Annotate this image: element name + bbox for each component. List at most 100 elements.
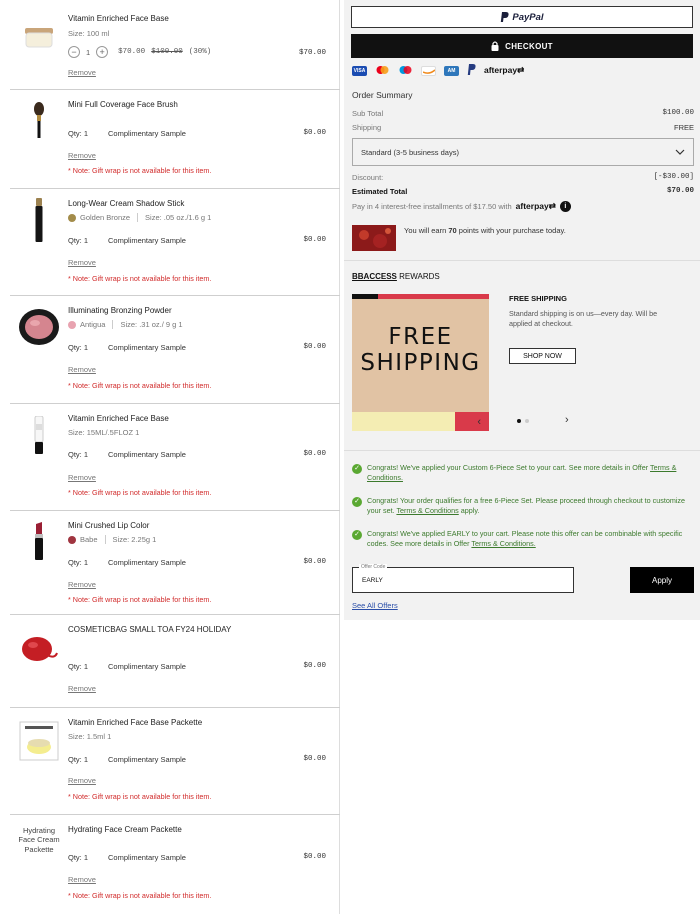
divider	[344, 260, 700, 261]
complimentary-label: Complimentary Sample	[108, 450, 186, 459]
remove-link[interactable]: Remove	[68, 776, 96, 785]
product-name[interactable]: Vitamin Enriched Face Base	[68, 414, 169, 423]
check-icon: ✓	[352, 497, 362, 507]
plus-icon[interactable]: +	[96, 46, 109, 58]
divider	[137, 213, 139, 222]
carousel-dots	[517, 419, 529, 423]
complimentary-label: Complimentary Sample	[108, 558, 186, 567]
product-name[interactable]: Vitamin Enriched Face Base	[68, 14, 169, 23]
discount-label: Discount:	[352, 173, 384, 182]
line-total: $0.00	[303, 558, 326, 566]
line-total: $0.00	[303, 755, 326, 763]
terms-link[interactable]: Terms & Conditions.	[471, 539, 535, 548]
quantity-stepper: − 1 + $70.00 $100.00 (30%)	[68, 46, 211, 58]
product-name[interactable]: COSMETICBAG SMALL TOA FY24 HOLIDAY	[68, 625, 231, 634]
product-size: Size: .31 oz./ 9 g 1	[120, 320, 183, 329]
mastercard-icon	[375, 65, 390, 77]
estimated-total-row: Estimated Total $70.00	[352, 187, 694, 196]
product-image	[16, 14, 62, 60]
shipping-method-select[interactable]: Standard (3-5 business days)	[352, 138, 694, 166]
complimentary-label: Complimentary Sample	[108, 236, 186, 245]
product-name[interactable]: Vitamin Enriched Face Base Packette	[68, 718, 202, 727]
quantity-label: Qty: 1	[68, 236, 89, 245]
reward-description: Standard shipping is on us—every day. Wi…	[509, 309, 658, 329]
points-banner: You will earn 70 points with your purcha…	[352, 225, 566, 251]
remove-link[interactable]: Remove	[68, 875, 96, 884]
apply-button[interactable]: Apply	[630, 567, 694, 593]
check-icon: ✓	[352, 530, 362, 540]
product-size: Size: 1.5ml 1	[68, 732, 112, 741]
product-size: Size: 100 ml	[68, 29, 110, 38]
quantity-label: Qty: 1	[68, 450, 89, 459]
banner-text: FREE SHIPPING	[360, 324, 481, 377]
product-name[interactable]: Mini Full Coverage Face Brush	[68, 100, 178, 109]
remove-link[interactable]: Remove	[68, 580, 96, 589]
product-name[interactable]: Illuminating Bronzing Powder	[68, 306, 172, 315]
paypal-button[interactable]: PayPal	[351, 6, 693, 28]
rewards-title: BBACCESS REWARDS	[352, 272, 440, 281]
shade-name: Antigua	[80, 320, 106, 329]
offer-code-label: Offer Code	[359, 564, 388, 570]
product-name[interactable]: Hydrating Face Cream Packette	[68, 825, 182, 834]
cart-item: Vitamin Enriched Face Base Packette Size…	[10, 708, 340, 815]
info-icon[interactable]: i	[559, 201, 571, 212]
quantity-label: Qty: 1	[68, 755, 89, 764]
offer-code-input[interactable]: Offer Code EARLY	[352, 564, 574, 593]
line-total: $0.00	[303, 129, 326, 137]
cart-item: COSMETICBAG SMALL TOA FY24 HOLIDAY Qty: …	[10, 615, 340, 708]
order-summary-panel: PayPal CHECKOUT VISA AM afterpay⇄ Order …	[344, 0, 700, 620]
reward-heading: FREE SHIPPING	[509, 294, 567, 303]
checkout-button[interactable]: CHECKOUT	[351, 34, 693, 58]
see-all-offers-link[interactable]: See All Offers	[352, 601, 398, 610]
divider	[104, 535, 106, 544]
gift-wrap-note: * Note: Gift wrap is not available for t…	[68, 488, 212, 497]
afterpay-icon: ⇄	[517, 65, 525, 75]
product-size: Size: 15ML/.5FLOZ 1	[68, 428, 140, 437]
remove-link[interactable]: Remove	[68, 151, 96, 160]
minus-icon[interactable]: −	[68, 46, 80, 58]
gift-wrap-note: * Note: Gift wrap is not available for t…	[68, 595, 212, 604]
quantity-label: Qty: 1	[68, 129, 89, 138]
points-image	[352, 225, 396, 251]
product-size: Size: 2.25g 1	[112, 535, 157, 544]
quantity-label: Qty: 1	[68, 343, 89, 352]
offer-message: ✓ Congrats! Your order qualifies for a f…	[352, 496, 690, 517]
remove-link[interactable]: Remove	[68, 258, 96, 267]
remove-link[interactable]: Remove	[68, 365, 96, 374]
remove-link[interactable]: Remove	[68, 68, 96, 77]
terms-link[interactable]: Terms & Conditions	[396, 506, 458, 515]
prev-arrow-icon[interactable]: ‹	[477, 416, 481, 428]
cart-item: Vitamin Enriched Face Base Size: 15ML/.5…	[10, 404, 340, 511]
complimentary-label: Complimentary Sample	[108, 662, 186, 671]
checkout-label: CHECKOUT	[505, 41, 553, 51]
shade-name: Babe	[80, 535, 98, 544]
product-name[interactable]: Long-Wear Cream Shadow Stick	[68, 199, 184, 208]
next-arrow-icon[interactable]: ›	[565, 414, 569, 426]
lock-icon	[491, 41, 499, 51]
remove-link[interactable]: Remove	[68, 684, 96, 693]
maestro-icon	[398, 65, 413, 77]
shipping-row: Shipping FREE	[352, 123, 694, 132]
product-image	[16, 197, 62, 243]
amex-icon: AM	[444, 65, 459, 76]
quantity-label: Qty: 1	[68, 558, 89, 567]
gift-wrap-note: * Note: Gift wrap is not available for t…	[68, 381, 212, 390]
carousel-dot[interactable]	[517, 419, 521, 423]
offer-message: ✓ Congrats! We've applied your Custom 6-…	[352, 463, 690, 484]
check-icon: ✓	[352, 464, 362, 474]
complimentary-label: Complimentary Sample	[108, 343, 186, 352]
shade-name: Golden Bronze	[80, 213, 131, 222]
shop-now-button[interactable]: SHOP NOW	[509, 348, 576, 364]
estimated-value: $70.00	[666, 187, 694, 195]
product-shade: Golden Bronze Size: .05 oz./1.6 g 1	[68, 213, 211, 222]
offer-message: ✓ Congrats! We've applied EARLY to your …	[352, 529, 690, 550]
line-total: $0.00	[303, 450, 326, 458]
product-name[interactable]: Mini Crushed Lip Color	[68, 521, 149, 530]
cart-item: Illuminating Bronzing Powder Antigua Siz…	[10, 296, 340, 404]
product-shade: Antigua Size: .31 oz./ 9 g 1	[68, 320, 183, 329]
product-image	[16, 412, 62, 458]
product-image	[16, 98, 62, 144]
carousel-dot[interactable]	[525, 419, 529, 423]
remove-link[interactable]: Remove	[68, 473, 96, 482]
gift-wrap-note: * Note: Gift wrap is not available for t…	[68, 166, 212, 175]
